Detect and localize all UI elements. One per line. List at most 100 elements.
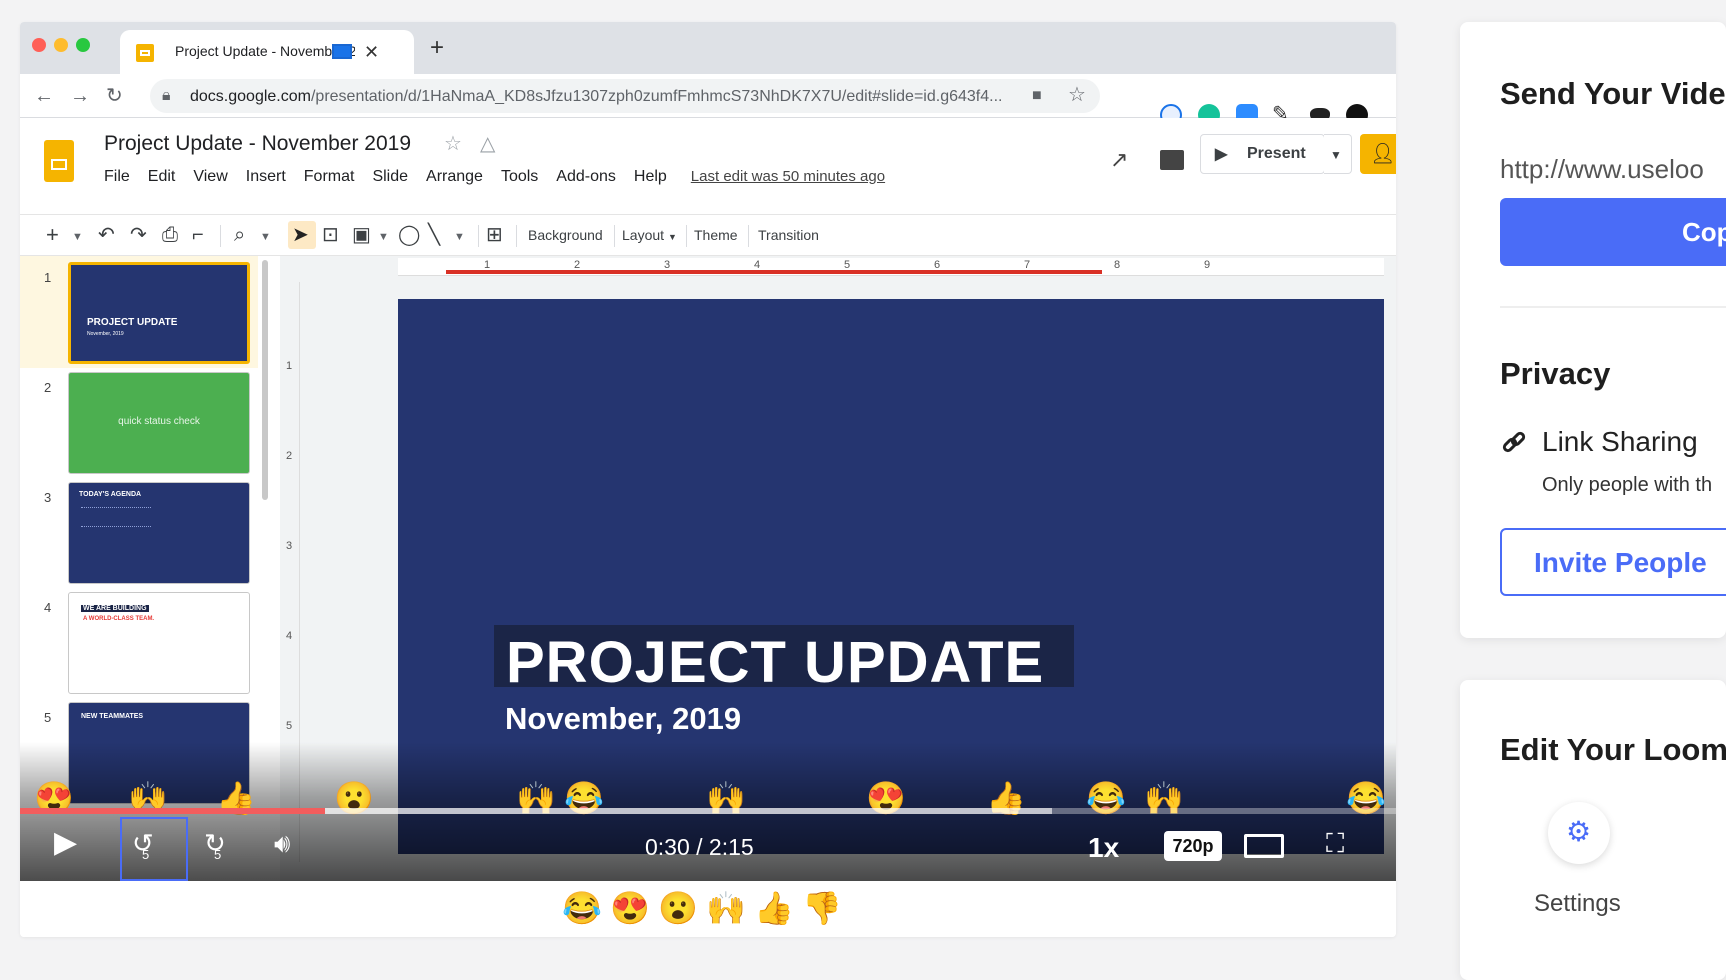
browser-tab-active[interactable]: Project Update - November 2019 ✕ [120,30,414,74]
ruler-tick-label: 5 [844,259,851,271]
present-label: Present [1247,145,1306,162]
reload-icon[interactable]: ↻ [106,86,123,106]
back-arrow-icon[interactable]: ← [34,86,54,106]
toolbar-divider [614,225,615,247]
transition-button[interactable]: Transition [758,227,819,243]
menu-arrange[interactable]: Arrange [426,168,483,186]
thumbnail-row-3[interactable]: 3 TODAY'S AGENDA [20,476,258,588]
new-slide-dropdown-icon[interactable]: ▼ [72,227,83,247]
menu-insert[interactable]: Insert [246,168,286,186]
menu-addons[interactable]: Add-ons [556,168,616,186]
url-text[interactable]: docs.google.com/presentation/d/1HaNmaA_K… [190,88,1070,106]
chevron-down-icon: ▼ [1330,148,1342,162]
minimize-window-dot[interactable] [54,38,68,52]
line-icon[interactable]: ╲ [428,225,440,245]
slides-toolbar: + ▼ ↶ ↷ ⎙ ⌐ ⌕ ▼ ➤ ⊡ ▣ ▼ ◯ ╲ ▼ ⊞ Backgrou… [20,214,1396,256]
present-play-icon: ▶ [1215,146,1228,163]
redo-icon[interactable]: ↷ [130,225,147,245]
fullscreen-icon[interactable]: ⛶ [1326,830,1344,856]
close-window-dot[interactable] [32,38,46,52]
filmstrip-scrollbar[interactable] [262,260,268,500]
invite-people-button[interactable]: Invite People [1500,528,1726,596]
theme-button[interactable]: Theme [694,227,738,243]
last-edit-link[interactable]: Last edit was 50 minutes ago [691,168,885,186]
slides-logo-icon[interactable] [44,140,74,182]
share-button[interactable]: 👤︎ [1360,134,1396,174]
settings-button[interactable]: ⚙ [1548,802,1610,864]
reaction-thumbs-up-button[interactable]: 👍 [754,890,794,926]
new-slide-icon[interactable]: + [46,224,59,246]
skip-back-button[interactable]: ↺ 5 [132,830,154,862]
image-icon[interactable]: ▣ [352,225,371,245]
volume-icon[interactable]: 🔊︎ [274,830,290,856]
add-comment-icon[interactable]: ⊞ [486,225,503,245]
reaction-raise-hands-button[interactable]: 🙌 [706,890,746,926]
card-divider [1500,306,1726,308]
text-box-icon[interactable]: ⊡ [322,225,339,245]
menu-slide[interactable]: Slide [372,168,408,186]
print-icon[interactable]: ⎙ [162,225,178,245]
paint-format-icon[interactable]: ⌐ [192,225,204,245]
slide-thumbnail-4[interactable]: WE ARE BUILDING A WORLD-CLASS TEAM. [68,592,250,694]
forward-arrow-icon[interactable]: → [70,86,90,106]
omnibox[interactable]: 🔒︎ docs.google.com/presentation/d/1HaNma… [150,79,1100,113]
reaction-laugh-button[interactable]: 😂 [562,890,602,926]
menu-view[interactable]: View [193,168,227,186]
slide-thumbnail-1[interactable]: PROJECT UPDATE November, 2019 [68,262,250,364]
play-icon[interactable]: ▶ [54,828,77,858]
new-tab-icon[interactable]: + [430,36,444,60]
copy-link-button[interactable]: Cop [1500,198,1726,266]
theater-mode-icon[interactable] [1244,834,1284,858]
shape-icon[interactable]: ◯ [398,225,420,245]
layout-chevron-icon: ▼ [667,232,677,242]
link-sharing-label[interactable]: Link Sharing [1542,426,1698,458]
select-cursor-icon[interactable]: ➤ [292,225,309,245]
move-to-drive-icon[interactable]: △ [480,134,495,154]
background-button[interactable]: Background [528,227,603,243]
reaction-love-button[interactable]: 😍 [610,890,650,926]
edit-loom-card: Edit Your Loom ⚙ Settings [1460,680,1726,980]
slide-subtitle[interactable]: November, 2019 [505,701,741,737]
browser-address-bar: ← → ↻ 🔒︎ docs.google.com/presentation/d/… [20,74,1396,118]
slide-thumbnail-2[interactable]: quick status check [68,372,250,474]
zoom-dropdown-icon[interactable]: ▼ [260,227,271,247]
thumbnail-row-2[interactable]: 2 quick status check [20,366,258,478]
thumbnail-title: PROJECT UPDATE [87,317,178,328]
undo-icon[interactable]: ↶ [98,225,115,245]
layout-button[interactable]: Layout ▼ [622,227,677,243]
line-dropdown-icon[interactable]: ▼ [454,227,465,247]
menu-help[interactable]: Help [634,168,667,186]
present-options-button[interactable]: ▼ [1324,134,1352,174]
menu-file[interactable]: File [104,168,130,186]
bookmark-star-icon[interactable]: ☆ [1068,85,1086,105]
share-url[interactable]: http://www.useloo [1500,154,1704,185]
close-tab-icon[interactable]: ✕ [364,42,379,62]
menu-tools[interactable]: Tools [501,168,538,186]
image-dropdown-icon[interactable]: ▼ [378,227,389,247]
comments-icon[interactable] [1160,150,1184,170]
thumbnail-row-4[interactable]: 4 WE ARE BUILDING A WORLD-CLASS TEAM. [20,586,258,698]
slide-thumbnail-3[interactable]: TODAY'S AGENDA [68,482,250,584]
activity-trend-icon[interactable]: ↗ [1110,149,1128,171]
reaction-wow-button[interactable]: 😮 [658,890,698,926]
star-icon[interactable]: ☆ [444,134,462,154]
playback-speed-button[interactable]: 1x [1088,832,1119,864]
playback-time: 0:30 / 2:15 [645,834,754,860]
slide-title[interactable]: PROJECT UPDATE [506,629,1044,696]
menu-edit[interactable]: Edit [148,168,176,186]
quality-button[interactable]: 720p [1164,831,1222,861]
camera-icon[interactable]: ■ [1032,86,1042,106]
document-title[interactable]: Project Update - November 2019 [104,132,411,156]
zoom-icon[interactable]: ⌕ [234,225,245,245]
present-button[interactable]: ▶ Present [1200,134,1325,174]
ruler-tick-label: 2 [286,450,293,462]
thumbnail-row-1[interactable]: 1 PROJECT UPDATE November, 2019 [20,256,258,368]
skip-forward-button[interactable]: ↻ 5 [204,830,226,862]
menu-format[interactable]: Format [304,168,355,186]
reaction-thumbs-down-button[interactable]: 👎 [802,890,842,926]
settings-label: Settings [1534,890,1621,917]
maximize-window-dot[interactable] [76,38,90,52]
video-player[interactable]: Project Update - November 2019 ✕ + ← → ↻… [20,22,1396,937]
ruler-tick-label: 4 [754,259,761,271]
toolbar-divider [516,225,517,247]
